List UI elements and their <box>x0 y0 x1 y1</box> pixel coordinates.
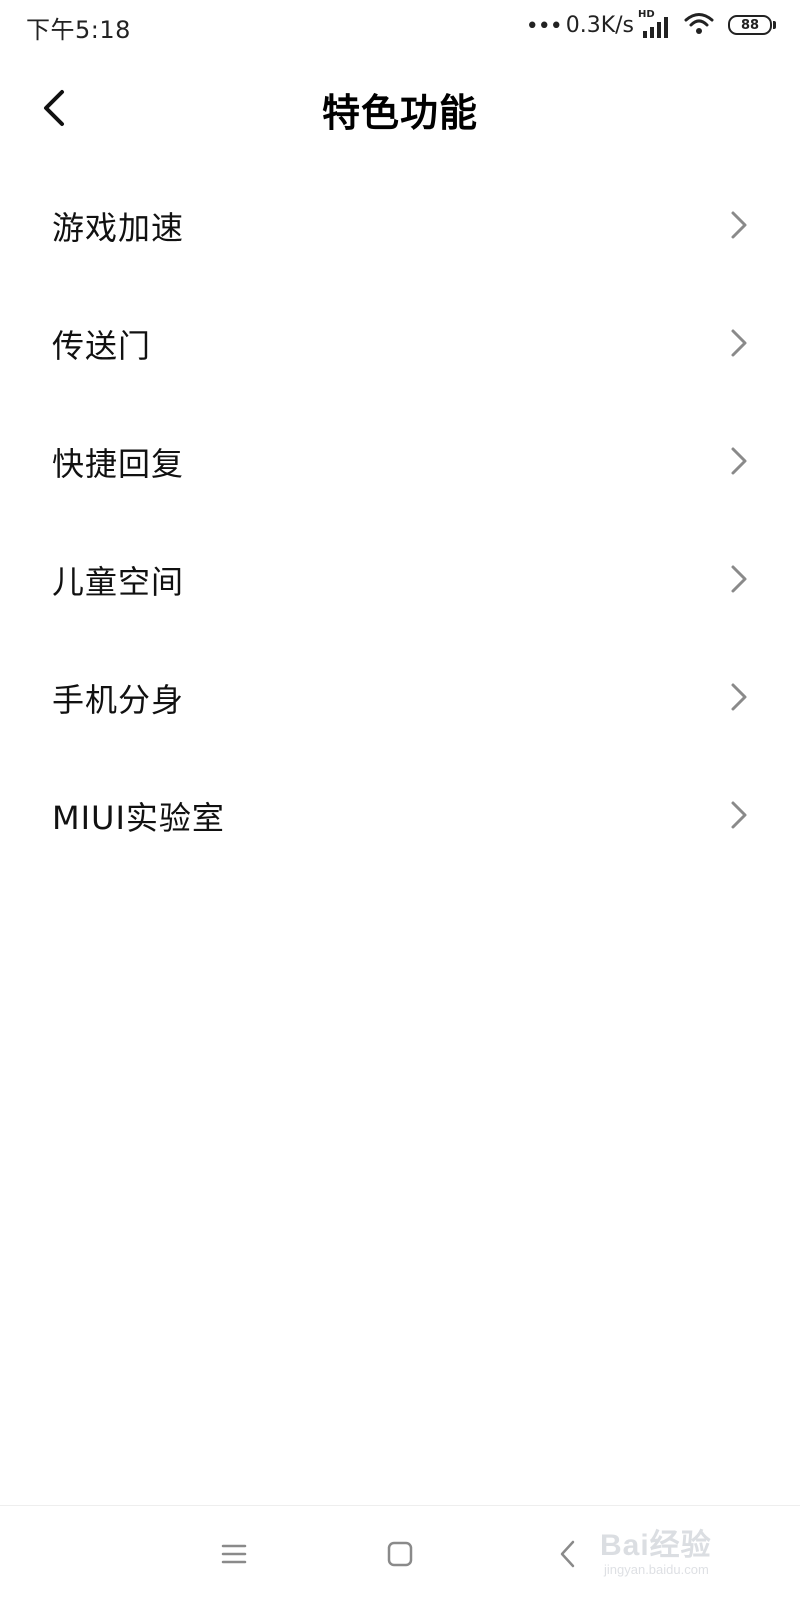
status-time: 下午5:18 <box>26 16 131 44</box>
chevron-right-icon <box>731 211 747 239</box>
list-item-label: 手机分身 <box>52 681 185 719</box>
header: 特色功能 <box>0 60 800 156</box>
battery-tip <box>773 21 776 29</box>
chevron-right-icon <box>731 683 747 711</box>
battery-icon: 88 <box>728 15 772 35</box>
chevron-right-icon <box>731 447 747 475</box>
list-item-label: MIUI实验室 <box>52 799 225 837</box>
baidu-jingyan-watermark: Bai经验 jingyan.baidu.com <box>600 1512 760 1592</box>
list-item-second-space[interactable]: 手机分身 <box>0 642 800 760</box>
status-icons: ••• 0.3K/s HD 88 <box>526 8 776 42</box>
list-item-quick-reply[interactable]: 快捷回复 <box>0 406 800 524</box>
network-speed: 0.3K/s <box>565 12 634 38</box>
list-item-label: 儿童空间 <box>52 563 185 601</box>
notification-dots-icon: ••• <box>525 14 563 39</box>
watermark-brand: Bai经验 <box>600 1529 712 1562</box>
back-icon <box>560 1540 575 1568</box>
list-item-label: 快捷回复 <box>52 445 185 483</box>
nav-back-button[interactable] <box>538 1526 598 1582</box>
home-button[interactable] <box>370 1526 430 1582</box>
list-item-miui-lab[interactable]: MIUI实验室 <box>0 760 800 878</box>
signal-icon: HD <box>638 10 674 40</box>
status-bar: 下午5:18 ••• 0.3K/s HD 88 <box>0 0 800 52</box>
recent-apps-button[interactable] <box>204 1526 264 1582</box>
list-item-label: 游戏加速 <box>52 209 185 247</box>
page-title: 特色功能 <box>321 91 478 135</box>
feature-list: 游戏加速 传送门 快捷回复 儿童空间 手机分身 MIUI实验室 <box>0 170 800 878</box>
watermark-url: jingyan.baidu.com <box>604 1562 709 1577</box>
navigation-bar: Bai经验 jingyan.baidu.com <box>0 1505 800 1600</box>
list-item-portal[interactable]: 传送门 <box>0 288 800 406</box>
list-item-kids-space[interactable]: 儿童空间 <box>0 524 800 642</box>
home-icon <box>387 1541 413 1567</box>
list-item-label: 传送门 <box>52 327 152 365</box>
chevron-right-icon <box>731 801 747 829</box>
chevron-right-icon <box>731 329 747 357</box>
menu-icon <box>221 1544 247 1564</box>
list-item-game-booster[interactable]: 游戏加速 <box>0 170 800 288</box>
battery-level: 88 <box>740 17 760 33</box>
wifi-icon <box>684 11 714 39</box>
chevron-right-icon <box>731 565 747 593</box>
